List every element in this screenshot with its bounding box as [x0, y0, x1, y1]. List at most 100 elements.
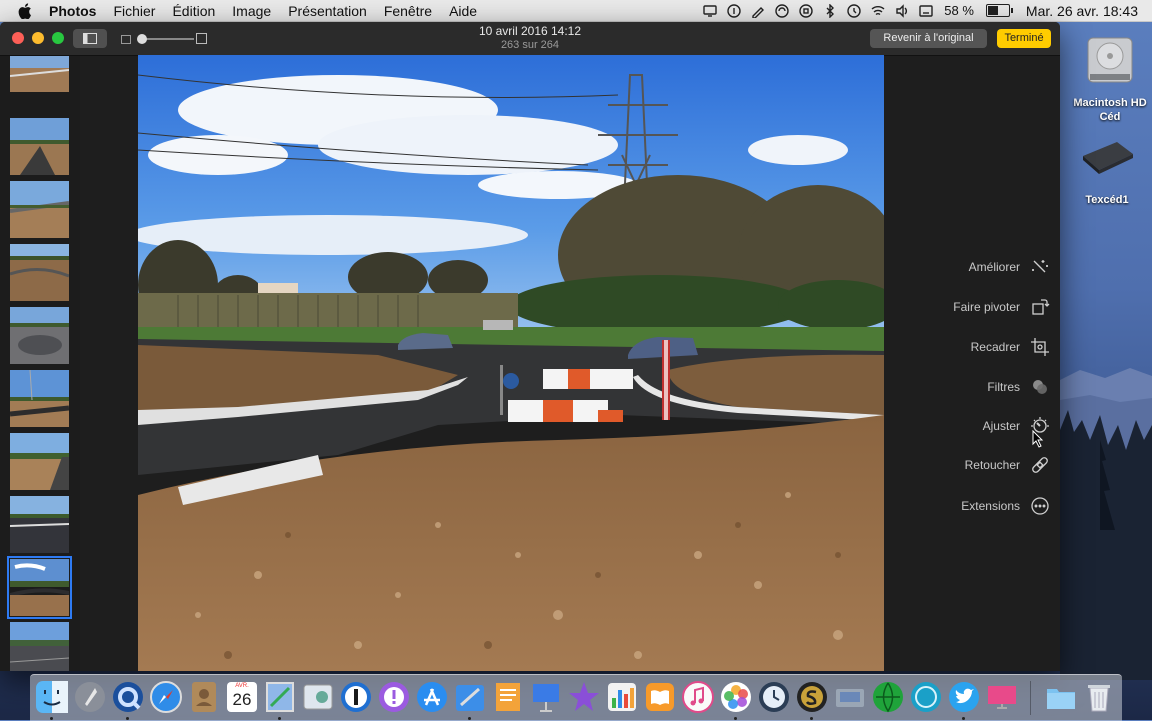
zoom-in-icon [196, 33, 207, 44]
tool-label: Retoucher [964, 458, 1020, 472]
dock-green-app[interactable] [871, 680, 905, 714]
dock-scrivener[interactable] [795, 680, 829, 714]
app-menu-photos[interactable]: Photos [49, 3, 96, 19]
tool-label: Faire pivoter [953, 300, 1020, 314]
tool-ameliorer[interactable]: Améliorer [969, 255, 1050, 279]
onepassword-icon[interactable] [727, 3, 741, 18]
filmstrip-thumbnail[interactable] [10, 118, 69, 175]
filmstrip-thumbnail[interactable] [10, 496, 69, 553]
tool-label: Extensions [961, 499, 1020, 513]
tool-filtres[interactable]: Filtres [987, 375, 1050, 399]
revert-to-original-button[interactable]: Revenir à l'original [870, 29, 987, 48]
crop-icon [1031, 338, 1049, 356]
tool-extensions[interactable]: Extensions [961, 494, 1050, 518]
dock-itunes[interactable] [681, 680, 715, 714]
title-bar: 10 avril 2016 14:12 263 sur 264 Revenir … [0, 22, 1060, 56]
magic-wand-icon [1032, 260, 1048, 273]
dock-app-store[interactable] [415, 680, 449, 714]
zoom-out-icon [121, 35, 131, 44]
apple-menu-icon[interactable] [18, 2, 32, 19]
menu-fenetre[interactable]: Fenêtre [384, 3, 432, 19]
desktop-item-macintosh-hd[interactable]: Macintosh HD Céd [1068, 32, 1152, 124]
filmstrip-thumbnail[interactable] [10, 244, 69, 301]
filmstrip-thumbnail[interactable] [10, 181, 69, 238]
sidebar-toggle-button[interactable] [73, 29, 107, 48]
dock-time-machine[interactable] [757, 680, 791, 714]
volume-icon[interactable] [895, 3, 909, 18]
dock-finder[interactable] [35, 680, 69, 714]
finder-icon [36, 681, 68, 713]
dock-trash[interactable] [1082, 680, 1116, 714]
dock-photo-booth[interactable] [301, 680, 335, 714]
menu-image[interactable]: Image [232, 3, 271, 19]
menu-clock[interactable]: Mar. 26 avr. 18:43 [1026, 3, 1138, 19]
zoom-button[interactable] [52, 32, 64, 44]
dock-teal-app[interactable] [909, 680, 943, 714]
scrivener-icon [797, 682, 827, 712]
dock-numbers[interactable] [605, 680, 639, 714]
status-area: 58 % Mar. 26 avr. 18:43 [698, 0, 1152, 21]
menu-presentation[interactable]: Présentation [288, 3, 367, 19]
zoom-slider[interactable] [118, 32, 210, 46]
filmstrip-thumbnail[interactable] [10, 307, 69, 364]
tool-faire-pivoter[interactable]: Faire pivoter [953, 295, 1050, 319]
bluetooth-icon[interactable] [823, 3, 837, 18]
tool-label: Recadrer [970, 340, 1020, 354]
filmstrip[interactable] [0, 56, 80, 671]
dock-imovie[interactable] [567, 680, 601, 714]
mouse-cursor-icon [1032, 430, 1044, 448]
time-machine-icon[interactable] [847, 3, 861, 18]
minimize-button[interactable] [32, 32, 44, 44]
dock-1password[interactable] [339, 680, 373, 714]
filmstrip-thumbnail[interactable] [10, 622, 69, 671]
menu-fichier[interactable]: Fichier [113, 3, 155, 19]
photo-count-subtitle: 263 sur 264 [500, 39, 560, 51]
keyboard-icon[interactable] [919, 4, 933, 18]
desktop-item-texced1[interactable]: Texcéd1 [1068, 138, 1146, 206]
dock-folder[interactable] [1044, 680, 1078, 714]
stop-icon[interactable] [799, 3, 813, 18]
sync-icon[interactable] [775, 3, 789, 18]
xcode-icon [456, 685, 484, 711]
dock-ibooks[interactable] [643, 680, 677, 714]
dock-xcode[interactable] [453, 680, 487, 714]
filmstrip-thumbnail[interactable] [10, 370, 69, 427]
dock-photos[interactable] [719, 680, 753, 714]
photo-booth-icon [303, 684, 333, 710]
photos-icon [721, 682, 751, 712]
dock-pages[interactable] [491, 680, 525, 714]
wifi-icon[interactable] [871, 4, 885, 18]
dock-reminders[interactable] [377, 680, 411, 714]
battery-icon[interactable] [985, 4, 1013, 17]
contacts-icon [192, 682, 216, 712]
tool-retoucher[interactable]: Retoucher [965, 453, 1050, 477]
dock-calendar[interactable]: AVR. 26 [225, 680, 259, 714]
dock-contacts[interactable] [187, 680, 221, 714]
filmstrip-thumbnail-selected[interactable] [7, 556, 72, 619]
zoom-slider-knob[interactable] [137, 34, 147, 44]
desktop-wallpaper-mountains [1060, 368, 1152, 680]
dock-image-capture[interactable] [833, 680, 867, 714]
dock-keynote[interactable] [529, 680, 563, 714]
filmstrip-thumbnail[interactable] [10, 56, 69, 92]
menu-edition[interactable]: Édition [172, 3, 215, 19]
dock-launchpad[interactable] [73, 680, 107, 714]
dock-preview[interactable] [263, 680, 297, 714]
dock-quicktime[interactable] [111, 680, 145, 714]
reminders-icon [379, 682, 409, 712]
dock-safari[interactable] [149, 680, 183, 714]
done-button[interactable]: Terminé [997, 29, 1051, 48]
hard-drive-icon [1087, 37, 1133, 83]
menu-aide[interactable]: Aide [449, 3, 477, 19]
close-button[interactable] [12, 32, 24, 44]
itunes-icon [682, 681, 714, 713]
tool-label: Améliorer [968, 260, 1020, 274]
pink-monitor-icon [988, 686, 1016, 709]
dock-twitter[interactable] [947, 680, 981, 714]
main-photo[interactable] [138, 55, 884, 671]
dock-pink-app[interactable] [985, 680, 1019, 714]
display-icon[interactable] [703, 4, 717, 18]
tool-recadrer[interactable]: Recadrer [971, 335, 1050, 359]
pen-icon[interactable] [751, 4, 765, 18]
filmstrip-thumbnail[interactable] [10, 433, 69, 490]
